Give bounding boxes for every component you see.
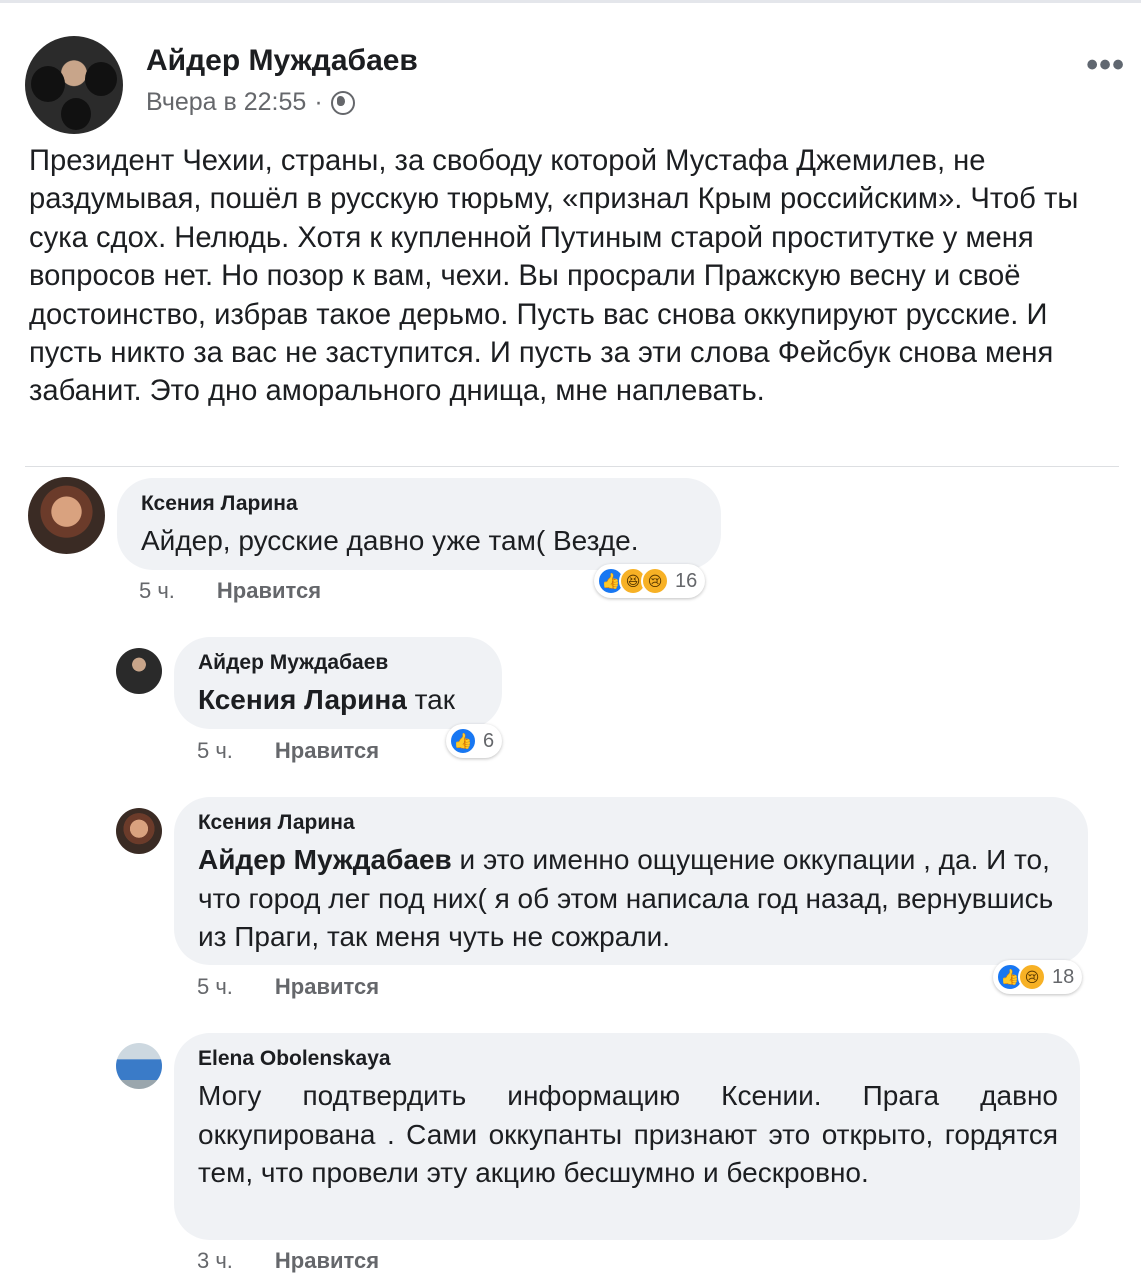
comment-bubble: Ксения Ларина Айдер, русские давно уже т… xyxy=(117,478,721,570)
comment-bubble: Айдер Муждабаев Ксения Ларина так xyxy=(174,637,502,729)
sad-reaction-icon: 😢 xyxy=(1018,963,1046,991)
post-meta: Вчера в 22:55 · xyxy=(146,88,355,117)
top-border xyxy=(0,0,1141,3)
globe-icon[interactable] xyxy=(330,90,355,115)
post-author-name[interactable]: Айдер Муждабаев xyxy=(146,44,418,78)
post-text: Президент Чехии, страны, за свободу кото… xyxy=(29,145,1079,408)
comment-text: Айдер, русские давно уже там( Везде. xyxy=(141,525,639,556)
comment-author[interactable]: Айдер Муждабаев xyxy=(198,651,480,675)
reactions-summary[interactable]: 👍 😆 😢 16 xyxy=(594,564,706,598)
meta-separator: · xyxy=(314,88,323,116)
mention-link[interactable]: Ксения Ларина xyxy=(198,684,407,715)
author-avatar[interactable] xyxy=(25,36,123,134)
comment-text: Ксения Ларина так xyxy=(198,681,480,720)
comment-actions: 5 ч. Нравится xyxy=(139,578,321,604)
sad-reaction-icon: 😢 xyxy=(641,567,669,595)
commenter-avatar[interactable] xyxy=(28,477,105,554)
comment-time[interactable]: 5 ч. xyxy=(197,738,233,764)
balloon-graphic xyxy=(85,62,117,96)
comment-actions: 3 ч. Нравится xyxy=(197,1248,379,1274)
comment-bubble: Elena Obolenskaya Могу подтвердить инфор… xyxy=(174,1033,1080,1240)
comment-text: Могу подтвердить информацию Ксении. Праг… xyxy=(198,1080,1058,1188)
reaction-count: 16 xyxy=(675,569,698,592)
comment-bubble: Ксения Ларина Айдер Муждабаев и это имен… xyxy=(174,797,1088,965)
comment-body: так xyxy=(406,684,455,715)
like-reaction-icon: 👍 xyxy=(449,727,477,755)
comment-author[interactable]: Elena Obolenskaya xyxy=(198,1047,1058,1071)
comment-actions: 5 ч. Нравится xyxy=(197,974,379,1000)
like-button[interactable]: Нравится xyxy=(217,578,321,604)
like-button[interactable]: Нравится xyxy=(275,738,379,764)
reactions-summary[interactable]: 👍 😢 18 xyxy=(993,960,1083,994)
commenter-avatar[interactable] xyxy=(116,808,162,854)
more-horizontal-icon[interactable]: ••• xyxy=(1086,46,1125,85)
comment-time[interactable]: 5 ч. xyxy=(139,578,175,604)
comment-text: Айдер Муждабаев и это именно ощущение ок… xyxy=(198,841,1066,957)
like-button[interactable]: Нравится xyxy=(275,974,379,1000)
divider xyxy=(25,466,1119,467)
mention-link[interactable]: Айдер Муждабаев xyxy=(198,844,452,875)
balloon-graphic xyxy=(61,98,91,130)
comment-time[interactable]: 5 ч. xyxy=(197,974,233,1000)
like-button[interactable]: Нравится xyxy=(275,1248,379,1274)
balloon-graphic xyxy=(31,66,65,102)
comment-actions: 5 ч. Нравится xyxy=(197,738,379,764)
commenter-avatar[interactable] xyxy=(116,648,162,694)
reaction-count: 18 xyxy=(1052,965,1075,988)
commenter-avatar[interactable] xyxy=(116,1043,162,1089)
comment-author[interactable]: Ксения Ларина xyxy=(141,492,699,516)
comment-time[interactable]: 3 ч. xyxy=(197,1248,233,1274)
reaction-count: 6 xyxy=(483,729,495,752)
post-timestamp[interactable]: Вчера в 22:55 xyxy=(146,88,306,117)
reactions-summary[interactable]: 👍 6 xyxy=(446,724,503,758)
comment-author[interactable]: Ксения Ларина xyxy=(198,811,1066,835)
